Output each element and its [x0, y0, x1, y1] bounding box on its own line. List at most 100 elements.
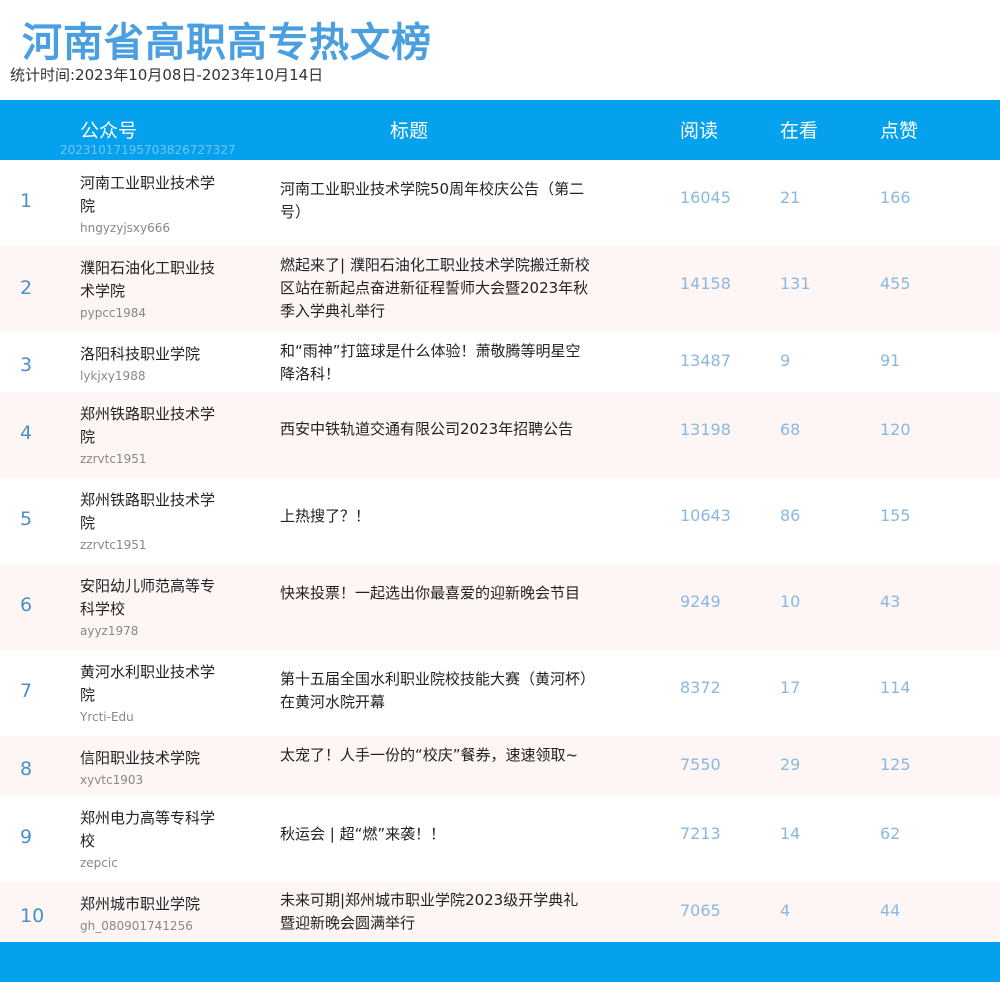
table-row[interactable]: 1 河南工业职业技术学院 hngyzyjsxy666 河南工业职业技术学院50周… [0, 160, 1000, 246]
rank: 8 [20, 758, 33, 780]
account-id: Yrcti-Edu [80, 710, 134, 724]
account: 河南工业职业技术学院 hngyzyjsxy666 [80, 172, 220, 236]
account-name: 黄河水利职业技术学院 [80, 663, 216, 704]
account-id: hngyzyjsxy666 [80, 221, 171, 235]
account: 安阳幼儿师范高等专科学校 ayyz1978 [80, 575, 220, 639]
account-id: gh_080901741256 [80, 919, 193, 933]
account-id: zzrvtc1951 [80, 538, 147, 552]
table-header: 公众号 标题 阅读 在看 点赞 20231017195703826727327 [0, 100, 1000, 160]
read-count: 16045 [680, 188, 731, 207]
watch-count: 9 [780, 351, 791, 370]
read-count: 9249 [680, 592, 721, 611]
like-count: 166 [880, 188, 911, 207]
watch-count: 4 [780, 901, 791, 920]
account-id: zzrvtc1951 [80, 452, 147, 466]
article-title[interactable]: 上热搜了？！ [280, 505, 592, 528]
read-count: 8372 [680, 678, 721, 697]
table-row[interactable]: 3 洛阳科技职业学院 lykjxy1988 和“雨神”打篮球是什么体验！萧敬腾等… [0, 332, 1000, 392]
account-name: 郑州铁路职业技术学院 [80, 491, 216, 532]
rank: 5 [20, 508, 33, 530]
header-like: 点赞 [880, 120, 919, 142]
rank: 2 [20, 277, 33, 299]
like-count: 155 [880, 506, 911, 525]
header-account: 公众号 [80, 120, 138, 142]
rank: 3 [20, 354, 33, 376]
account-id: lykjxy1988 [80, 369, 146, 383]
header-watermark-code: 20231017195703826727327 [60, 143, 236, 157]
rank: 1 [20, 190, 33, 212]
table-row[interactable]: 4 郑州铁路职业技术学院 zzrvtc1951 西安中铁轨道交通有限公司2023… [0, 392, 1000, 478]
table-row[interactable]: 8 信阳职业技术学院 xyvtc1903 太宠了！人手一份的“校庆”餐券，速速领… [0, 736, 1000, 796]
read-count: 13198 [680, 420, 731, 439]
article-title[interactable]: 第十五届全国水利职业院校技能大赛（黄河杯）在黄河水院开幕 [280, 668, 592, 714]
watch-count: 131 [780, 274, 811, 293]
header-watch: 在看 [780, 120, 819, 142]
account-name: 郑州电力高等专科学校 [80, 809, 216, 850]
account: 信阳职业技术学院 xyvtc1903 [80, 747, 220, 788]
rank: 4 [20, 422, 33, 444]
watch-count: 86 [780, 506, 801, 525]
watch-count: 21 [780, 188, 801, 207]
account: 郑州城市职业学院 gh_080901741256 [80, 893, 220, 934]
account-name: 郑州铁路职业技术学院 [80, 405, 216, 446]
like-count: 114 [880, 678, 911, 697]
article-title[interactable]: 太宠了！人手一份的“校庆”餐券，速速领取~ [280, 744, 592, 767]
account-id: pypcc1984 [80, 306, 147, 320]
rank: 9 [20, 826, 33, 848]
read-count: 7550 [680, 755, 721, 774]
read-count: 7213 [680, 824, 721, 843]
table-row[interactable]: 7 黄河水利职业技术学院 Yrcti-Edu 第十五届全国水利职业院校技能大赛（… [0, 650, 1000, 736]
table-row[interactable]: 6 安阳幼儿师范高等专科学校 ayyz1978 快来投票！一起选出你最喜爱的迎新… [0, 564, 1000, 650]
rank: 6 [20, 594, 33, 616]
rank: 10 [20, 905, 45, 927]
account-name: 信阳职业技术学院 [80, 749, 201, 767]
like-count: 91 [880, 351, 901, 370]
account-name: 洛阳科技职业学院 [80, 345, 201, 363]
account-name: 河南工业职业技术学院 [80, 174, 216, 215]
account: 洛阳科技职业学院 lykjxy1988 [80, 343, 220, 384]
article-title[interactable]: 未来可期|郑州城市职业学院2023级开学典礼暨迎新晚会圆满举行 [280, 889, 592, 935]
account-name: 安阳幼儿师范高等专科学校 [80, 577, 216, 618]
like-count: 120 [880, 420, 911, 439]
header-read: 阅读 [680, 120, 719, 142]
account-id: ayyz1978 [80, 624, 139, 638]
rank: 7 [20, 680, 33, 702]
account-name: 郑州城市职业学院 [80, 895, 201, 913]
account: 郑州电力高等专科学校 zepcic [80, 807, 220, 871]
page-title: 河南省高职高专热文榜 [22, 20, 432, 66]
like-count: 455 [880, 274, 911, 293]
watch-count: 14 [780, 824, 801, 843]
article-title[interactable]: 燃起来了| 濮阳石油化工职业技术学院搬迁新校区站在新起点奋进新征程誓师大会暨20… [280, 254, 592, 323]
watch-count: 29 [780, 755, 801, 774]
account: 黄河水利职业技术学院 Yrcti-Edu [80, 661, 220, 725]
header-title: 标题 [390, 120, 429, 142]
read-count: 14158 [680, 274, 731, 293]
table-row[interactable]: 5 郑州铁路职业技术学院 zzrvtc1951 上热搜了？！ 10643 86 … [0, 478, 1000, 564]
like-count: 62 [880, 824, 901, 843]
read-count: 13487 [680, 351, 731, 370]
article-title[interactable]: 秋运会 | 超“燃”来袭！！ [280, 823, 592, 846]
like-count: 44 [880, 901, 901, 920]
article-title[interactable]: 快来投票！一起选出你最喜爱的迎新晚会节目 [280, 582, 592, 605]
watch-count: 68 [780, 420, 801, 439]
account-id: xyvtc1903 [80, 773, 144, 787]
account-id: zepcic [80, 856, 118, 870]
table-row[interactable]: 2 濮阳石油化工职业技术学院 pypcc1984 燃起来了| 濮阳石油化工职业技… [0, 246, 1000, 332]
account-name: 濮阳石油化工职业技术学院 [80, 259, 216, 300]
read-count: 10643 [680, 506, 731, 525]
article-title[interactable]: 和“雨神”打篮球是什么体验！萧敬腾等明星空降洛科！ [280, 340, 592, 386]
watch-count: 17 [780, 678, 801, 697]
footer-bar [0, 942, 1000, 982]
table-row[interactable]: 9 郑州电力高等专科学校 zepcic 秋运会 | 超“燃”来袭！！ 7213 … [0, 796, 1000, 882]
like-count: 125 [880, 755, 911, 774]
read-count: 7065 [680, 901, 721, 920]
table-row[interactable]: 10 郑州城市职业学院 gh_080901741256 未来可期|郑州城市职业学… [0, 882, 1000, 942]
article-title[interactable]: 河南工业职业技术学院50周年校庆公告（第二号） [280, 178, 592, 224]
account: 郑州铁路职业技术学院 zzrvtc1951 [80, 489, 220, 553]
account: 濮阳石油化工职业技术学院 pypcc1984 [80, 257, 220, 321]
watch-count: 10 [780, 592, 801, 611]
like-count: 43 [880, 592, 901, 611]
article-title[interactable]: 西安中铁轨道交通有限公司2023年招聘公告 [280, 418, 592, 441]
stat-period: 统计时间:2023年10月08日-2023年10月14日 [10, 66, 324, 84]
account: 郑州铁路职业技术学院 zzrvtc1951 [80, 403, 220, 467]
